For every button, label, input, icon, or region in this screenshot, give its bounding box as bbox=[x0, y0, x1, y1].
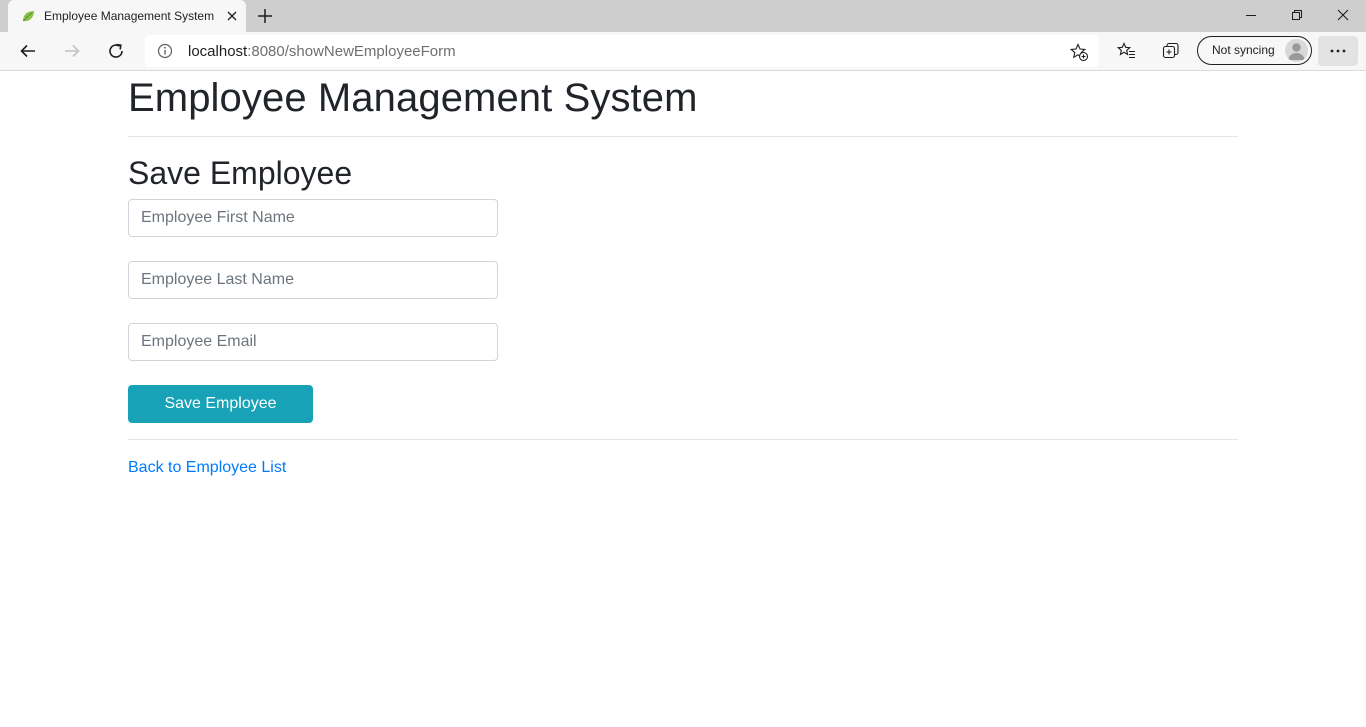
collections-icon bbox=[1162, 42, 1179, 59]
more-icon bbox=[1330, 49, 1346, 53]
favorites-button[interactable] bbox=[1112, 37, 1142, 65]
divider bbox=[128, 136, 1238, 137]
close-tab-icon[interactable] bbox=[224, 8, 240, 24]
refresh-icon bbox=[109, 43, 123, 58]
back-button[interactable] bbox=[13, 37, 43, 65]
tab-title: Employee Management System bbox=[44, 9, 215, 23]
arrow-left-icon bbox=[20, 44, 35, 58]
address-bar[interactable]: localhost:8080/showNewEmployeeForm bbox=[145, 35, 1099, 67]
profile-label: Not syncing bbox=[1212, 43, 1275, 57]
page-container: Employee Management System Save Employee… bbox=[128, 71, 1238, 477]
refresh-button[interactable] bbox=[101, 37, 131, 65]
last-name-input[interactable] bbox=[128, 261, 498, 300]
back-to-list-link[interactable]: Back to Employee List bbox=[128, 459, 286, 477]
avatar-icon bbox=[1285, 39, 1308, 62]
browser-toolbar: localhost:8080/showNewEmployeeForm Not s… bbox=[0, 32, 1366, 71]
favorites-icon bbox=[1117, 42, 1135, 59]
spring-leaf-icon bbox=[23, 11, 34, 22]
arrow-right-icon bbox=[65, 44, 80, 58]
settings-more-button[interactable] bbox=[1318, 36, 1358, 66]
close-window-button[interactable] bbox=[1320, 0, 1366, 30]
profile-button[interactable]: Not syncing bbox=[1197, 36, 1312, 65]
url-text[interactable]: localhost:8080/showNewEmployeeForm bbox=[188, 43, 456, 60]
first-name-input[interactable] bbox=[128, 199, 498, 238]
url-path: :8080/showNewEmployeeForm bbox=[247, 43, 456, 60]
close-icon bbox=[1337, 9, 1349, 21]
minimize-icon bbox=[1246, 15, 1256, 16]
page-title: Employee Management System bbox=[128, 76, 698, 120]
new-tab-icon[interactable] bbox=[254, 5, 276, 27]
employee-form: Save Employee bbox=[128, 199, 1238, 424]
restore-button[interactable] bbox=[1274, 0, 1320, 30]
divider bbox=[128, 439, 1238, 441]
minimize-button[interactable] bbox=[1228, 0, 1274, 30]
info-icon[interactable] bbox=[157, 43, 173, 59]
restore-icon bbox=[1292, 10, 1302, 20]
tab-strip: Employee Management System bbox=[0, 0, 1366, 32]
url-host: localhost bbox=[188, 43, 248, 60]
add-favorite-icon[interactable] bbox=[1069, 42, 1089, 62]
collections-button[interactable] bbox=[1156, 37, 1186, 65]
save-employee-button[interactable]: Save Employee bbox=[128, 385, 313, 424]
form-heading: Save Employee bbox=[128, 155, 353, 191]
email-input[interactable] bbox=[128, 323, 498, 362]
browser-tab[interactable]: Employee Management System bbox=[8, 0, 246, 32]
forward-button[interactable] bbox=[57, 37, 87, 65]
